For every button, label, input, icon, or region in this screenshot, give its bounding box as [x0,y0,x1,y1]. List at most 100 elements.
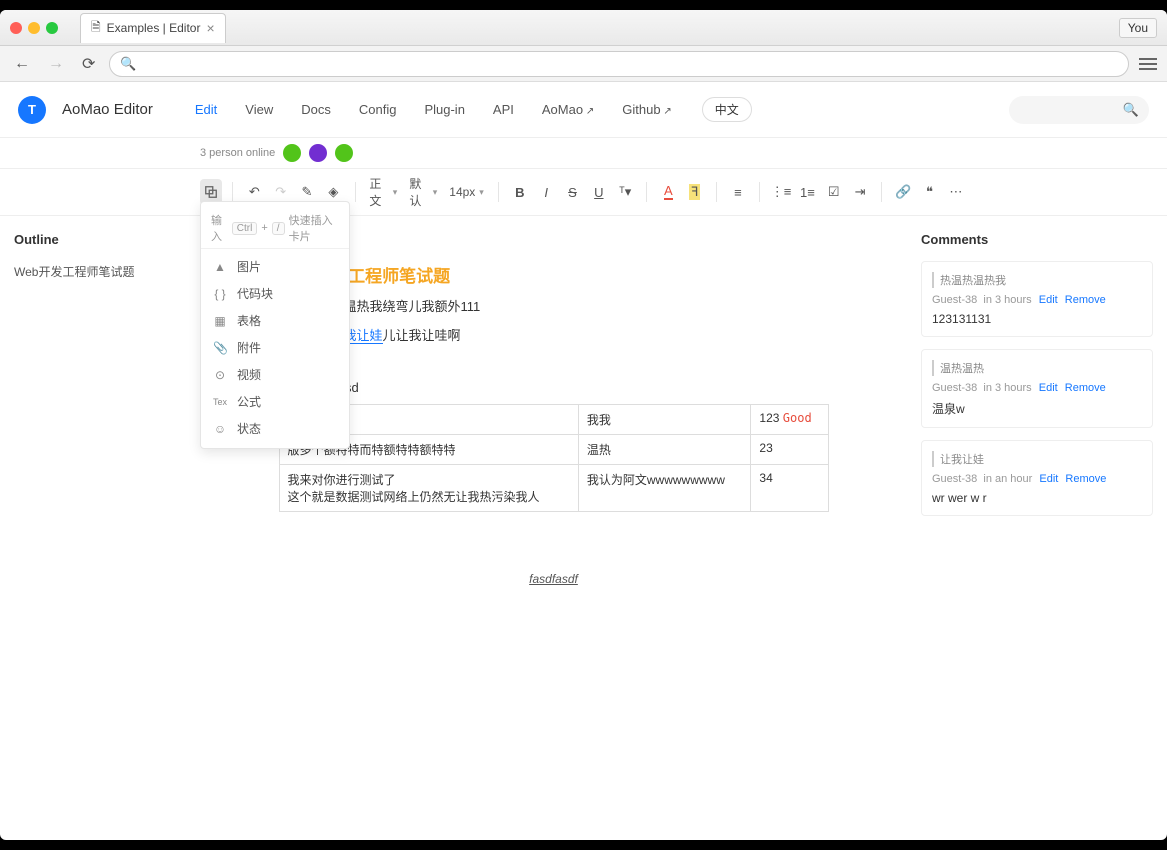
separator [716,182,717,202]
nav-aomao[interactable]: AoMao [536,102,600,117]
table-cell[interactable]: 我我 [578,404,751,434]
more-button[interactable]: ⋯ [945,179,967,205]
table-cell[interactable]: 我认为阿文wwwwwwwww [578,464,751,511]
comment-remove[interactable]: Remove [1065,294,1106,306]
back-button[interactable]: ← [10,55,34,73]
text: 儿让我让哇啊 [383,328,461,343]
paragraph[interactable]: 阿文阿文让我让娃儿让我让哇啊 [279,326,829,347]
language-toggle[interactable]: 中文 [702,97,752,122]
insert-attachment[interactable]: 📎 附件 [201,334,349,361]
insert-codeblock[interactable]: { }代码块 [201,280,349,307]
comment-author: Guest-38 [932,294,977,306]
nav-docs[interactable]: Docs [295,102,337,117]
font-select[interactable]: 默认 [405,175,441,209]
insert-status[interactable]: ☺状态 [201,415,349,442]
italic-button[interactable]: I [535,179,557,205]
table-cell[interactable]: 我来对你进行测试了 这个就是数据测试网络上仍然无让我热污染我人 [279,464,578,511]
close-window[interactable] [10,22,22,34]
comment-card[interactable]: 让我让娃 Guest-38 in an hour Edit Remove wr … [921,440,1153,516]
kbd-ctrl: Ctrl [232,222,258,235]
comment-time: in 3 hours [983,294,1031,306]
comment-edit[interactable]: Edit [1039,382,1058,394]
comments-panel: Comments 热温热温热我 Guest-38 in 3 hours Edit… [907,216,1167,840]
separator [759,182,760,202]
ul-button[interactable]: ⋮≡ [770,179,792,205]
close-tab-icon[interactable]: × [206,20,214,36]
minimize-window[interactable] [28,22,40,34]
insert-formula[interactable]: Tex公式 [201,388,349,415]
outline-item[interactable]: Web开发工程师笔试题 [14,263,186,280]
table-cell[interactable]: 34 [751,464,828,511]
comment-author: Guest-38 [932,382,977,394]
app-window: 🗎 Examples | Editor × You ← → ⟳ 🔍 T AoMa… [0,10,1167,840]
table-cell[interactable]: 123 Good [751,404,828,434]
nav-edit[interactable]: Edit [189,102,223,117]
quote-button[interactable]: ❝ [918,179,940,205]
doc-title[interactable]: Web开发工程师笔试题 [279,262,829,287]
nav-plugin[interactable]: Plug-in [418,102,470,117]
menu-button[interactable] [1139,58,1157,70]
presence-avatar [283,144,301,162]
nav-github[interactable]: Github [616,102,677,117]
insert-video[interactable]: ⊙视频 [201,361,349,388]
tab-title: Examples | Editor [107,21,201,35]
insert-image[interactable]: ▲图片 [201,253,349,280]
dd-label: 附件 [237,339,261,356]
separator [355,182,356,202]
document[interactable]: Web开发工程师笔试题 热王温温热温热我绕弯儿我额外111 阿文阿文让我让娃儿让… [279,262,829,586]
nav-view[interactable]: View [239,102,279,117]
table-row[interactable]: 我来对你进行测试了 这个就是数据测试网络上仍然无让我热污染我人 我认为阿文www… [279,464,828,511]
hint-text: 快速插入卡片 [289,212,339,244]
reload-button[interactable]: ⟳ [78,54,99,74]
hint-plus: + [261,222,267,234]
table-row[interactable]: 版多个额特特而特额特特额特特 温热 23 [279,434,828,464]
highlight-button[interactable]: ꟻ [684,179,706,205]
table-cell[interactable]: 温热 [578,434,751,464]
profile-chip[interactable]: You [1119,18,1157,38]
comment-quote: 温热温热 [932,360,1142,376]
header-search[interactable]: 🔍 [1009,96,1149,124]
comment-author: Guest-38 [932,473,977,485]
comment-edit[interactable]: Edit [1039,473,1058,485]
footnote[interactable]: fasdfasdf [279,572,829,586]
comment-remove[interactable]: Remove [1065,473,1106,485]
heading-select[interactable]: 正文 [365,175,401,209]
browser-tab[interactable]: 🗎 Examples | Editor × [80,13,226,43]
text: 123 [759,411,779,425]
comment-card[interactable]: 温热温热 Guest-38 in 3 hours Edit Remove 温泉w [921,349,1153,428]
link-button[interactable]: 🔗 [892,179,914,205]
comment-time: in an hour [983,473,1032,485]
hint-text: 输入 [211,212,228,244]
paragraph[interactable]: 热王温温热温热我绕弯儿我额外111 [279,297,829,318]
insert-table[interactable]: ▦表格 [201,307,349,334]
address-input[interactable]: 🔍 [109,51,1129,77]
maximize-window[interactable] [46,22,58,34]
align-button[interactable]: ≡ [727,179,749,205]
strike-button[interactable]: S [561,179,583,205]
comment-remove[interactable]: Remove [1065,382,1106,394]
underline-button[interactable]: U [588,179,610,205]
dd-label: 视频 [237,366,261,383]
text-color-button[interactable]: A [657,179,679,205]
bold-button[interactable]: B [509,179,531,205]
subheading[interactable]: 表格多个ddsd [279,377,829,396]
editor-toolbar: ↶ ↷ ✎ ◈ 正文 默认 14px B I S U ᵀ▾ A ꟻ ≡ ⋮≡ 1… [0,168,1167,216]
nav-config[interactable]: Config [353,102,403,117]
attach-icon: 📎 [213,341,227,355]
task-button[interactable]: ☑ [823,179,845,205]
more-format-button[interactable]: ᵀ▾ [614,179,636,205]
nav-api[interactable]: API [487,102,520,117]
ol-button[interactable]: 1≡ [796,179,818,205]
content-table[interactable]: 阿文温热我 我我 123 Good 版多个额特特而特额特特额特特 温热 23 我… [279,404,829,512]
comment-card[interactable]: 热温热温热我 Guest-38 in 3 hours Edit Remove 1… [921,261,1153,337]
table-row[interactable]: 阿文温热我 我我 123 Good [279,404,828,434]
indent-button[interactable]: ⇥ [849,179,871,205]
forward-button: → [44,55,68,73]
comment-edit[interactable]: Edit [1039,294,1058,306]
table-cell[interactable]: 23 [751,434,828,464]
comment-time: in 3 hours [983,382,1031,394]
comment-body: wr wer w r [932,491,1142,505]
status-icon: ☺ [213,422,227,436]
formula-icon: Tex [213,397,227,407]
size-select[interactable]: 14px [445,185,488,199]
